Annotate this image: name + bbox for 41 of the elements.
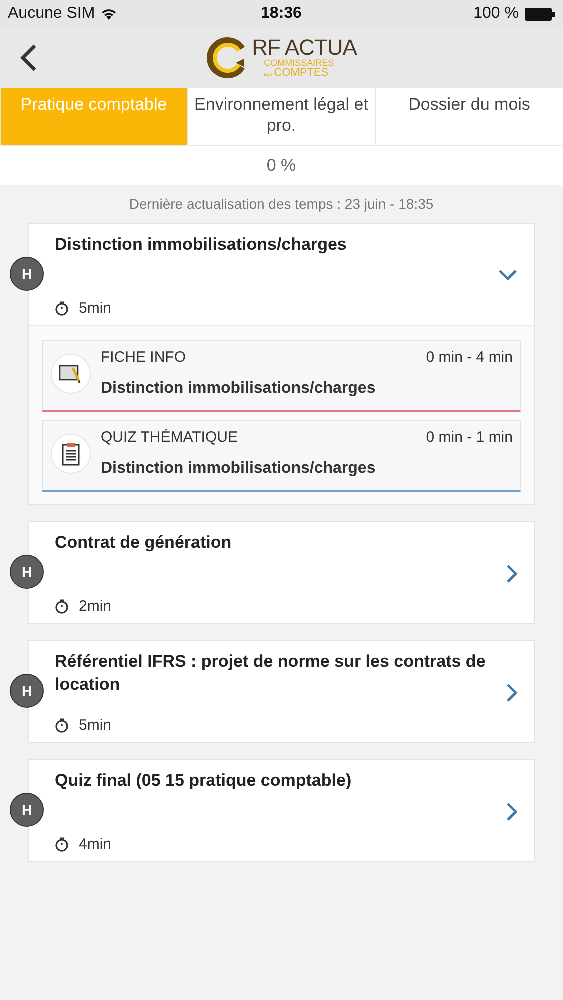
logo-subtitle: COMPTES [274,68,329,79]
battery-icon [524,8,555,20]
level-badge: H [10,257,44,291]
last-update-text: Dernière actualisation des temps : 23 juin - 18:35 [129,196,434,212]
content-item[interactable]: QUIZ THÉMATIQUE 0 min - 1 min Distinction immobilisations/charges [42,420,521,492]
logo-subtitle: COMMISSAIRES [264,59,334,68]
level-badge: H [10,555,44,589]
carrier-text: Aucune SIM [8,5,96,23]
time-range: 0 min - 4 min [426,349,513,366]
level-badge: H [10,793,44,827]
item-title: Distinction immobilisations/charges [101,380,377,398]
item-type: QUIZ THÉMATIQUE [101,429,238,446]
duration-text: 2min [79,598,112,615]
stopwatch-icon [55,599,69,614]
module-title: Contrat de génération [55,532,233,554]
module-title: Quiz final (05 15 pratique comptable) [55,770,353,792]
stopwatch-icon [55,837,69,852]
battery-text: 100 % [474,5,519,23]
chevron-right-icon[interactable] [506,682,518,702]
duration-text: 4min [79,836,112,853]
item-type: FICHE INFO [101,349,186,366]
wifi-icon [101,8,118,20]
level-badge: H [10,674,44,708]
item-title: Distinction immobilisations/charges [101,460,377,478]
clock-text: 18:36 [261,5,302,23]
chevron-left-icon [19,44,39,72]
chevron-right-icon[interactable] [506,564,518,584]
logo-title: RF ACTUA [252,37,357,59]
duration-text: 5min [79,300,112,317]
chevron-down-icon[interactable] [498,268,518,280]
document-pencil-icon [59,364,83,384]
duration-text: 5min [79,717,112,734]
stopwatch-icon [55,718,69,733]
clipboard-icon [62,442,80,466]
content-item[interactable]: FICHE INFO 0 min - 4 min Distinction immobilisations/charges [42,340,521,412]
chevron-right-icon[interactable] [506,802,518,822]
module-title: Distinction immobilisations/charges [55,234,348,256]
progress-text: 0 % [266,156,296,176]
time-range: 0 min - 1 min [426,429,513,446]
stopwatch-icon [55,301,69,316]
module-title: Référentiel IFRS : projet de norme sur les contrats de location [55,651,487,696]
